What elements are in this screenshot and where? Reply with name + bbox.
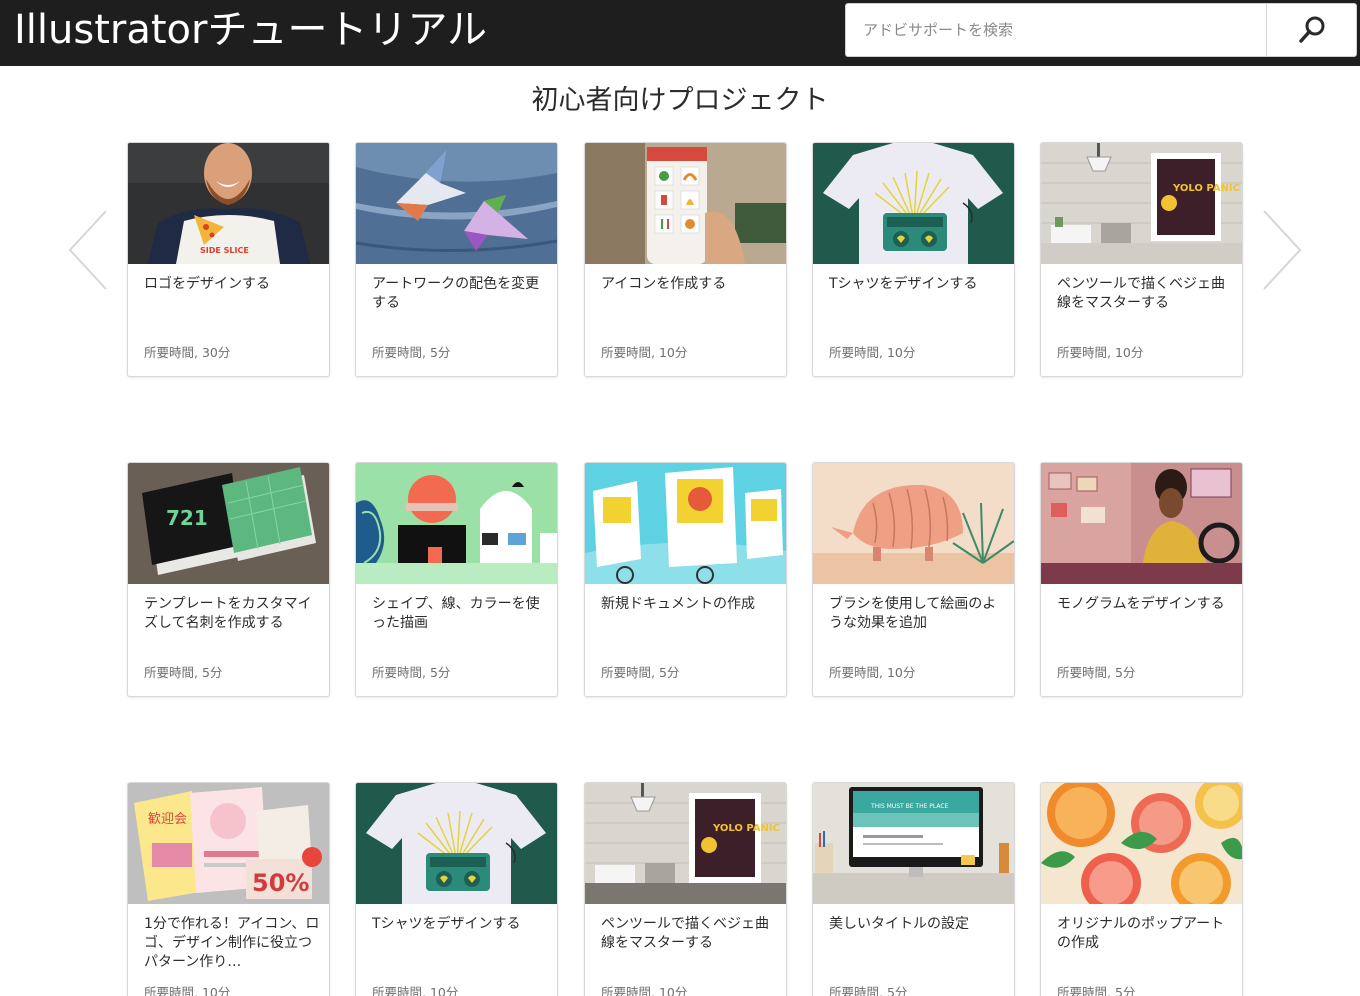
card-thumbnail <box>1041 463 1242 584</box>
card-title: Tシャツをデザインする <box>829 276 978 292</box>
tutorial-card-shapes[interactable]: シェイプ、線、カラーを使った描画 所要時間, 5分 <box>355 462 558 697</box>
search-box[interactable] <box>845 3 1357 57</box>
tutorial-card-new-document[interactable]: 新規ドキュメントの作成 所要時間, 5分 <box>584 462 787 697</box>
tutorial-card-business-card[interactable]: 721 テンプレートをカスタマイズして名刺を作成する 所要時間, 5分 <box>127 462 330 697</box>
thumb-card-number: 721 <box>166 506 208 530</box>
card-thumbnail: 歓迎会 50% <box>128 783 329 904</box>
card-duration: 所要時間, 30分 <box>144 345 231 360</box>
chevron-left-icon <box>68 210 107 290</box>
tutorial-card-brush[interactable]: ブラシを使用して絵画のような効果を追加 所要時間, 10分 <box>812 462 1015 697</box>
search-button[interactable] <box>1266 4 1356 56</box>
thumb-poster-text: YOLO PANIC <box>1172 183 1240 194</box>
thumb-brand-text: SIDE SLICE <box>200 246 249 255</box>
card-title: Tシャツをデザインする <box>372 916 521 932</box>
card-duration: 所要時間, 5分 <box>829 985 908 996</box>
tutorial-card-recolor[interactable]: アートワークの配色を変更する 所要時間, 5分 <box>355 142 558 377</box>
card-title: 1分で作れる！アイコン、ロゴ、デザイン制作に役立つパターン作り… <box>144 916 320 970</box>
thumb-monitor-text: THIS MUST BE THE PLACE <box>870 803 949 810</box>
tutorial-card-icon[interactable]: アイコンを作成する 所要時間, 10分 <box>584 142 787 377</box>
card-duration: 所要時間, 5分 <box>372 665 451 680</box>
card-thumbnail <box>356 463 557 584</box>
app-title: Illustratorチュートリアル <box>14 7 488 53</box>
carousel-next-button[interactable] <box>1256 205 1306 295</box>
card-title: オリジナルのポップアートの作成 <box>1057 916 1225 951</box>
card-thumbnail: THIS MUST BE THE PLACE <box>813 783 1014 904</box>
card-thumbnail <box>356 143 557 264</box>
tutorial-card-monogram[interactable]: モノグラムをデザインする 所要時間, 5分 <box>1040 462 1243 697</box>
card-duration: 所要時間, 10分 <box>601 985 688 996</box>
card-thumbnail: 721 <box>128 463 329 584</box>
card-title: アイコンを作成する <box>601 276 727 292</box>
card-thumbnail: YOLO PANIC <box>1041 143 1242 264</box>
card-title: モノグラムをデザインする <box>1057 596 1225 612</box>
chevron-right-icon <box>1263 210 1302 290</box>
thumb-poster-text: YOLO PANIC <box>712 823 780 834</box>
card-title: テンプレートをカスタマイズして名刺を作成する <box>144 596 312 631</box>
card-thumbnail <box>1041 783 1242 904</box>
search-input[interactable] <box>846 4 1266 56</box>
tutorial-card-tshirt-2[interactable]: Tシャツをデザインする 所要時間, 10分 <box>355 782 558 996</box>
card-title: ペンツールで描くベジェ曲線をマスターする <box>601 916 769 951</box>
card-thumbnail <box>585 463 786 584</box>
top-bar: Illustratorチュートリアル <box>0 0 1360 66</box>
card-duration: 所要時間, 10分 <box>372 985 459 996</box>
card-duration: 所要時間, 5分 <box>144 665 223 680</box>
card-duration: 所要時間, 10分 <box>1057 345 1144 360</box>
card-duration: 所要時間, 5分 <box>1057 665 1136 680</box>
card-duration: 所要時間, 5分 <box>372 345 451 360</box>
card-duration: 所要時間, 10分 <box>829 345 916 360</box>
tutorial-card-pop-art[interactable]: オリジナルのポップアートの作成 所要時間, 5分 <box>1040 782 1243 996</box>
tutorial-card-title-type[interactable]: THIS MUST BE THE PLACE 美しいタイトルの設定 所要時間, … <box>812 782 1015 996</box>
card-title: シェイプ、線、カラーを使った描画 <box>372 596 540 631</box>
card-title: 美しいタイトルの設定 <box>829 916 969 932</box>
card-duration: 所要時間, 5分 <box>601 665 680 680</box>
carousel-prev-button[interactable] <box>62 205 112 295</box>
tutorial-card-pattern[interactable]: 歓迎会 50% 1分で作れる！アイコン、ロゴ、デザイン制作に役立つパターン作り…… <box>127 782 330 996</box>
card-duration: 所要時間, 10分 <box>829 665 916 680</box>
tutorial-card-pen-tool-2[interactable]: YOLO PANIC ペンツールで描くベジェ曲線をマスターする 所要時間, 10… <box>584 782 787 996</box>
tutorial-card-tshirt[interactable]: Tシャツをデザインする 所要時間, 10分 <box>812 142 1015 377</box>
card-thumbnail <box>585 143 786 264</box>
tutorial-card-pen-tool[interactable]: YOLO PANIC ペンツールで描くベジェ曲線をマスターする 所要時間, 10… <box>1040 142 1243 377</box>
card-duration: 所要時間, 10分 <box>144 985 231 996</box>
thumb-welcome-text: 歓迎会 <box>148 812 187 827</box>
card-duration: 所要時間, 10分 <box>601 345 688 360</box>
section-title: 初心者向けプロジェクト <box>531 85 829 116</box>
card-thumbnail: SIDE SLICE <box>128 143 329 264</box>
card-thumbnail <box>813 143 1014 264</box>
search-icon <box>1298 16 1324 43</box>
card-title: アートワークの配色を変更する <box>372 276 540 311</box>
card-title: ペンツールで描くベジェ曲線をマスターする <box>1057 276 1225 311</box>
thumb-discount-text: 50% <box>252 869 309 897</box>
card-thumbnail <box>813 463 1014 584</box>
card-title: ブラシを使用して絵画のような効果を追加 <box>829 596 997 631</box>
card-thumbnail <box>356 783 557 904</box>
card-duration: 所要時間, 5分 <box>1057 985 1136 996</box>
card-title: ロゴをデザインする <box>144 276 270 292</box>
tutorial-card-logo[interactable]: SIDE SLICE ロゴをデザインする 所要時間, 30分 <box>127 142 330 377</box>
card-thumbnail: YOLO PANIC <box>585 783 786 904</box>
card-title: 新規ドキュメントの作成 <box>601 596 755 612</box>
